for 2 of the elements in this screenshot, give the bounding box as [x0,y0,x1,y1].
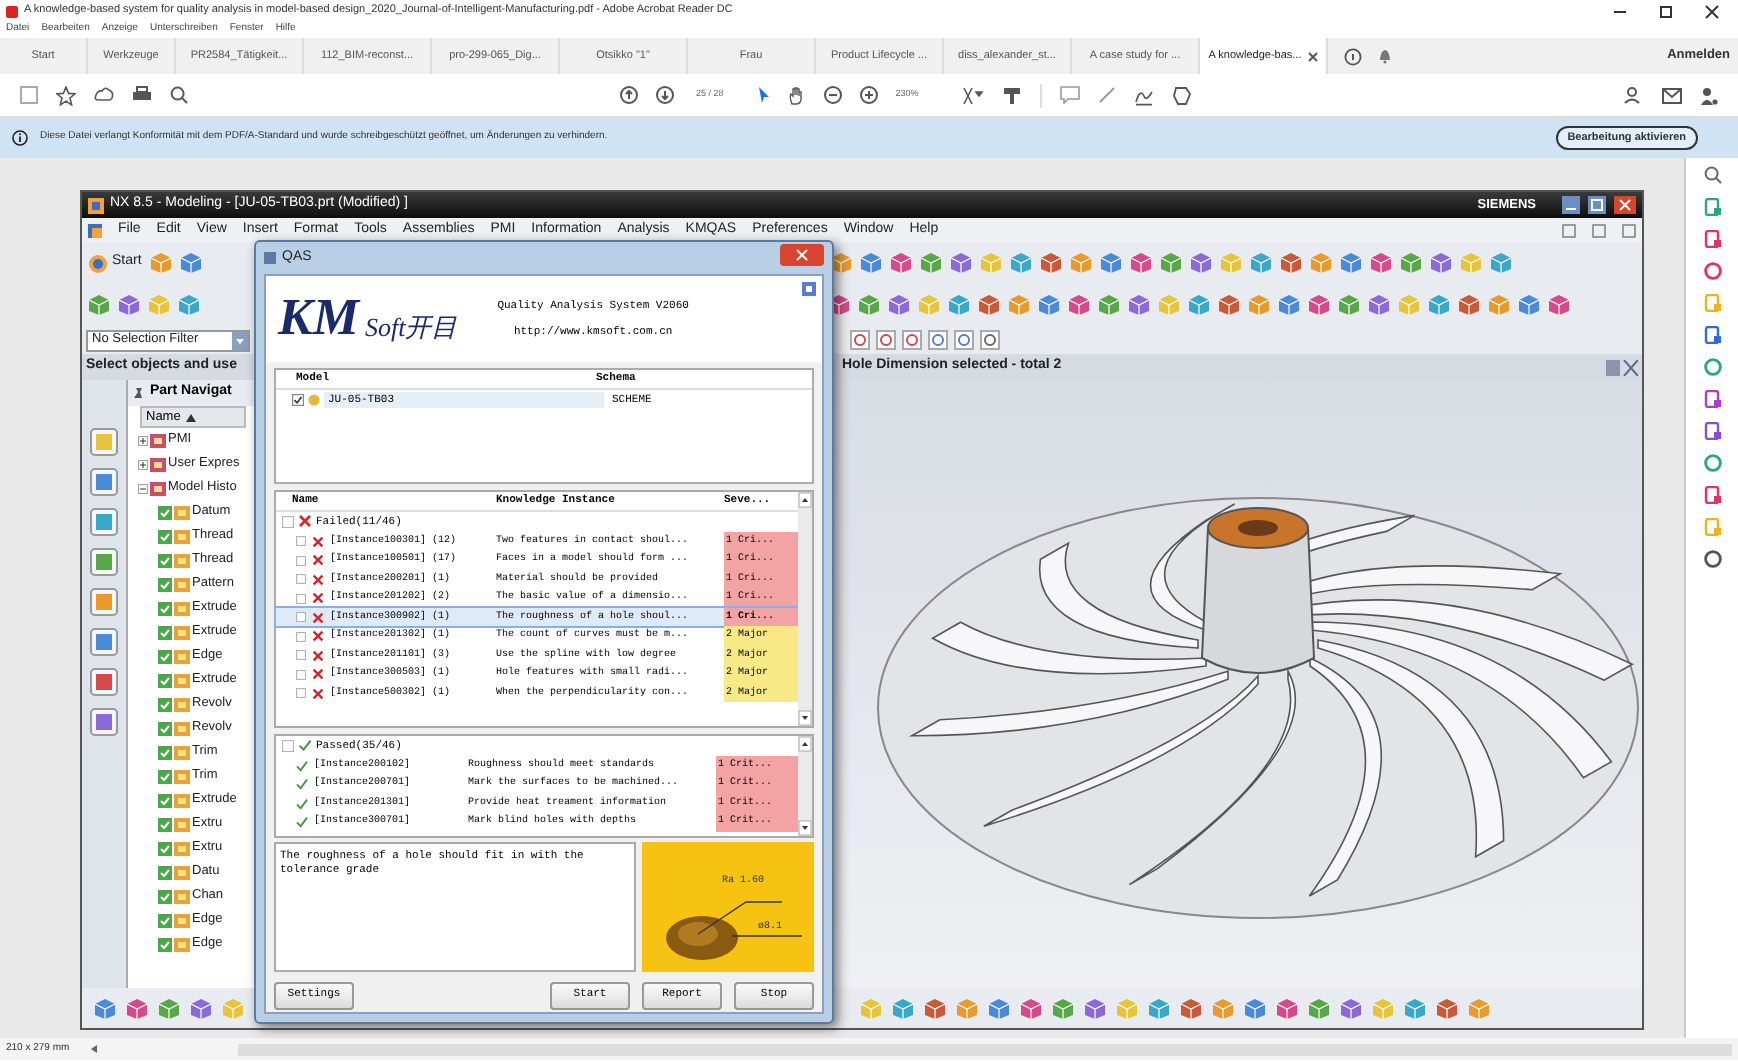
logo-mark: KM [278,292,359,345]
logo-text: Soft开目 [364,314,458,345]
